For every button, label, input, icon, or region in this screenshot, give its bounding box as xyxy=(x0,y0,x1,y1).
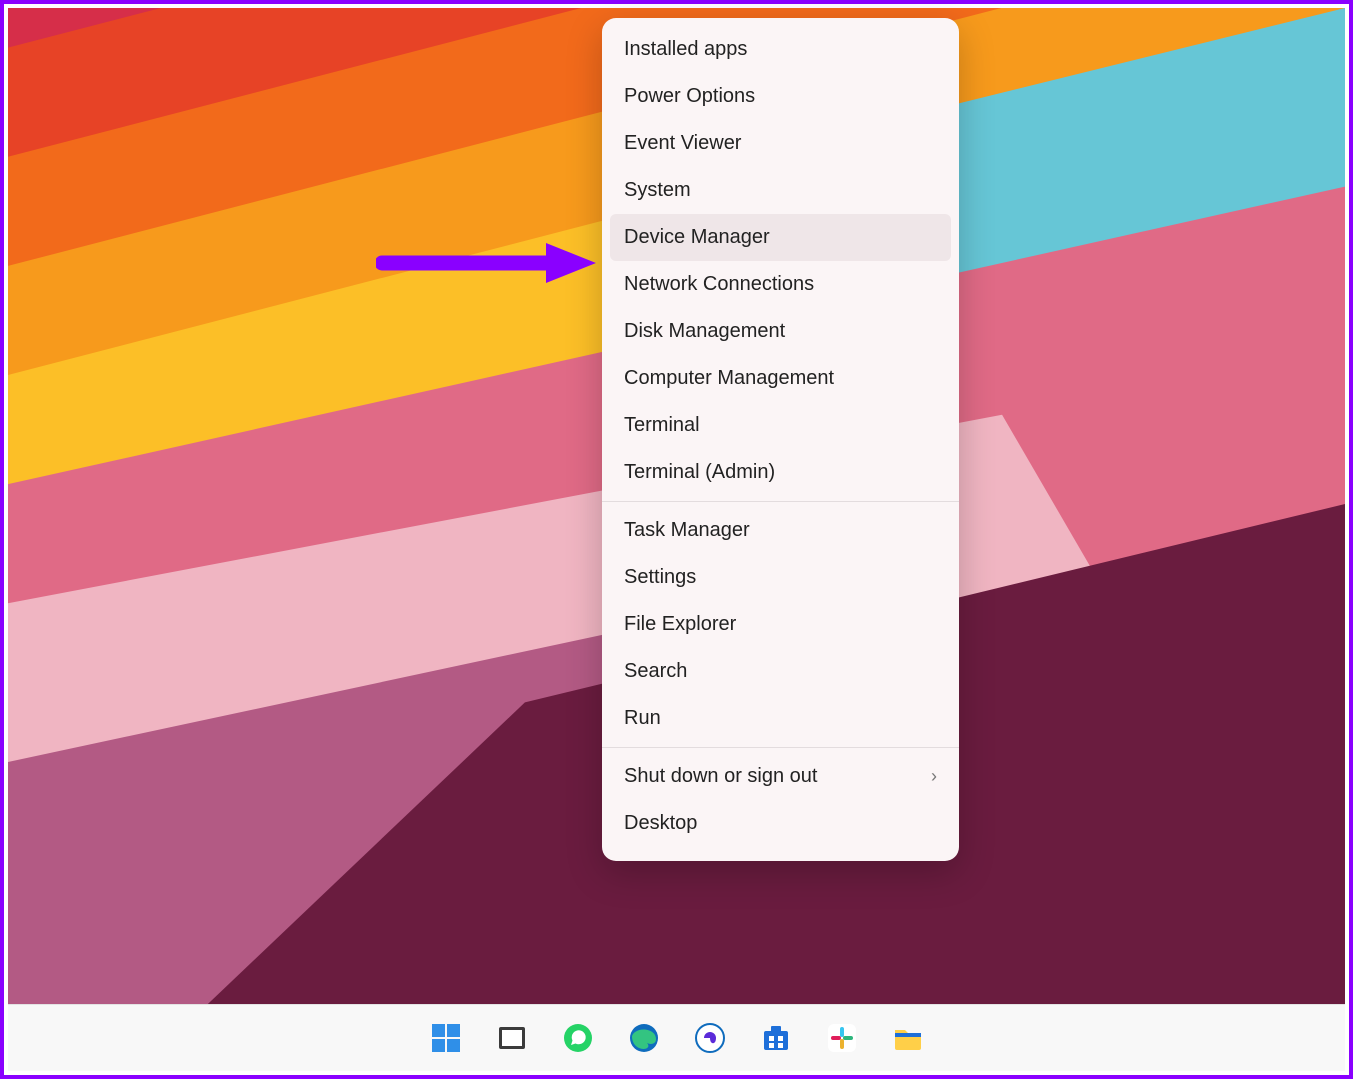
menu-item-label: Network Connections xyxy=(624,273,814,296)
menu-item-label: Power Options xyxy=(624,85,755,108)
menu-item-power-options[interactable]: Power Options xyxy=(602,73,959,120)
menu-item-run[interactable]: Run xyxy=(602,695,959,742)
menu-item-label: Settings xyxy=(624,566,696,589)
menu-item-disk-management[interactable]: Disk Management xyxy=(602,308,959,355)
app-icon[interactable] xyxy=(691,1019,729,1057)
menu-item-installed-apps[interactable]: Installed apps xyxy=(602,26,959,73)
menu-item-label: Run xyxy=(624,707,661,730)
menu-separator xyxy=(602,747,959,748)
menu-item-system[interactable]: System xyxy=(602,167,959,214)
menu-item-terminal[interactable]: Terminal xyxy=(602,402,959,449)
menu-item-label: Terminal (Admin) xyxy=(624,461,775,484)
menu-item-file-explorer[interactable]: File Explorer xyxy=(602,601,959,648)
menu-item-label: Shut down or sign out xyxy=(624,765,817,788)
menu-item-label: Installed apps xyxy=(624,38,747,61)
edge-icon[interactable] xyxy=(625,1019,663,1057)
task-view-button[interactable] xyxy=(493,1019,531,1057)
menu-item-label: Terminal xyxy=(624,414,700,437)
winx-context-menu: Installed apps Power Options Event Viewe… xyxy=(602,18,959,861)
menu-item-label: Event Viewer xyxy=(624,132,741,155)
menu-item-device-manager[interactable]: Device Manager xyxy=(610,214,951,261)
menu-item-task-manager[interactable]: Task Manager xyxy=(602,507,959,554)
start-button[interactable] xyxy=(427,1019,465,1057)
menu-item-computer-management[interactable]: Computer Management xyxy=(602,355,959,402)
menu-item-label: Computer Management xyxy=(624,367,834,390)
menu-item-settings[interactable]: Settings xyxy=(602,554,959,601)
menu-item-network-connections[interactable]: Network Connections xyxy=(602,261,959,308)
whatsapp-icon[interactable] xyxy=(559,1019,597,1057)
menu-item-shut-down-or-sign-out[interactable]: Shut down or sign out › xyxy=(602,753,959,800)
slack-icon[interactable] xyxy=(823,1019,861,1057)
menu-item-desktop[interactable]: Desktop xyxy=(602,800,959,847)
menu-item-terminal-admin[interactable]: Terminal (Admin) xyxy=(602,449,959,496)
menu-item-label: Search xyxy=(624,660,687,683)
chevron-right-icon: › xyxy=(931,766,937,787)
menu-item-search[interactable]: Search xyxy=(602,648,959,695)
microsoft-store-icon[interactable] xyxy=(757,1019,795,1057)
menu-item-label: Disk Management xyxy=(624,320,785,343)
menu-item-label: Device Manager xyxy=(624,226,770,249)
menu-separator xyxy=(602,501,959,502)
menu-item-event-viewer[interactable]: Event Viewer xyxy=(602,120,959,167)
file-explorer-icon[interactable] xyxy=(889,1019,927,1057)
menu-item-label: System xyxy=(624,179,691,202)
taskbar xyxy=(8,1004,1345,1071)
menu-item-label: File Explorer xyxy=(624,613,736,636)
screenshot-frame: Installed apps Power Options Event Viewe… xyxy=(0,0,1353,1079)
menu-item-label: Desktop xyxy=(624,812,697,835)
menu-item-label: Task Manager xyxy=(624,519,750,542)
